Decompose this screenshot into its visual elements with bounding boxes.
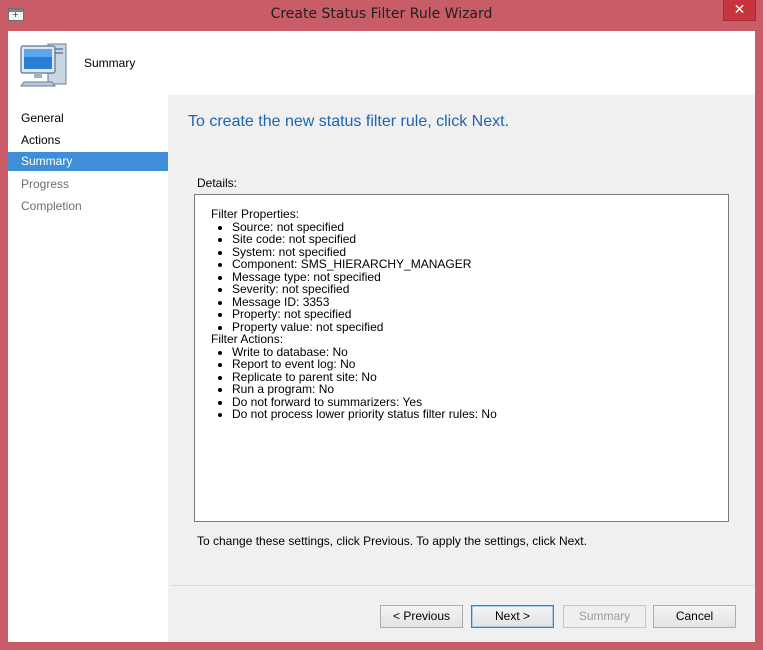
list-item: Run a program: No: [232, 383, 497, 396]
wizard-nav: General Actions Summary Progress Complet…: [8, 95, 168, 642]
list-item: Report to event log: No: [232, 358, 497, 371]
page-heading: To create the new status filter rule, cl…: [188, 113, 510, 130]
wizard-client-area: Summary General Actions Summary Progress…: [8, 31, 755, 642]
cancel-button[interactable]: Cancel: [653, 605, 736, 628]
nav-item-completion: Completion: [21, 199, 82, 213]
settings-hint: To change these settings, click Previous…: [197, 534, 587, 548]
computer-icon: [20, 43, 67, 87]
previous-button[interactable]: < Previous: [380, 605, 463, 628]
filter-actions-title: Filter Actions:: [211, 332, 284, 346]
summary-page: To create the new status filter rule, cl…: [170, 95, 755, 585]
details-content: Filter Properties: Source: not specified…: [211, 208, 497, 421]
filter-properties-title: Filter Properties:: [211, 207, 300, 221]
wizard-header: Summary: [8, 31, 755, 95]
list-item: Component: SMS_HIERARCHY_MANAGER: [232, 258, 497, 271]
nav-item-actions[interactable]: Actions: [8, 131, 168, 150]
button-bar-divider: [170, 585, 755, 586]
window-title: Create Status Filter Rule Wizard: [270, 6, 493, 22]
summary-button: Summary: [563, 605, 646, 628]
title-bar[interactable]: Create Status Filter Rule Wizard ✕: [0, 0, 763, 31]
header-title: Summary: [84, 56, 136, 70]
list-item: Do not process lower priority status fil…: [232, 408, 497, 421]
filter-actions-list: Write to database: No Report to event lo…: [211, 345, 497, 421]
wizard-main: To create the new status filter rule, cl…: [170, 95, 755, 642]
details-textbox[interactable]: Filter Properties: Source: not specified…: [194, 194, 729, 522]
next-button[interactable]: Next >: [471, 605, 554, 628]
nav-item-summary[interactable]: Summary: [8, 152, 168, 171]
list-item: Site code: not specified: [232, 233, 497, 246]
details-label: Details:: [197, 176, 238, 190]
filter-properties-list: Source: not specified Site code: not spe…: [211, 220, 497, 334]
list-item: Property: not specified: [232, 308, 497, 321]
nav-item-general[interactable]: General: [8, 109, 168, 128]
wizard-window: Create Status Filter Rule Wizard ✕ Summa…: [0, 0, 763, 650]
close-button[interactable]: ✕: [723, 0, 756, 21]
nav-item-progress: Progress: [21, 177, 70, 191]
list-item: Severity: not specified: [232, 283, 497, 296]
